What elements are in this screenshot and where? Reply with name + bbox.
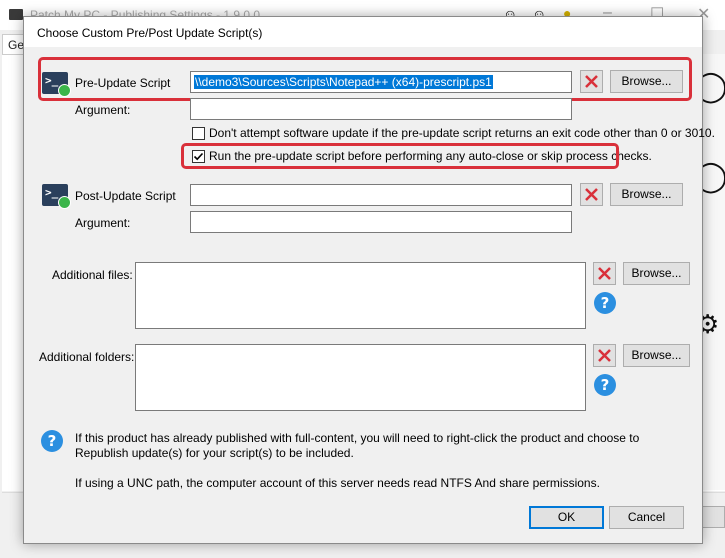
ok-button[interactable]: OK bbox=[529, 506, 604, 529]
clear-post-update-button[interactable] bbox=[580, 183, 603, 206]
clear-additional-files-button[interactable] bbox=[593, 262, 616, 285]
additional-folders-list[interactable] bbox=[135, 344, 586, 411]
pre-update-highlight bbox=[38, 57, 692, 101]
question-icon: ? bbox=[41, 430, 63, 452]
additional-folders-label: Additional folders: bbox=[39, 350, 135, 364]
background-button[interactable] bbox=[701, 506, 725, 528]
pre-update-argument-input[interactable] bbox=[190, 98, 572, 120]
info-line-3: If using a UNC path, the computer accoun… bbox=[75, 476, 600, 490]
post-update-argument-label: Argument: bbox=[75, 216, 131, 230]
additional-folders-browse-button[interactable]: Browse... bbox=[623, 344, 690, 367]
post-update-argument-input[interactable] bbox=[190, 211, 572, 233]
question-icon[interactable]: ? bbox=[594, 292, 616, 314]
additional-files-browse-button[interactable]: Browse... bbox=[623, 262, 690, 285]
script-dialog: Choose Custom Pre/Post Update Script(s) … bbox=[23, 16, 715, 544]
dialog-title: Choose Custom Pre/Post Update Script(s) bbox=[37, 26, 263, 40]
question-icon[interactable]: ? bbox=[594, 374, 616, 396]
background-right-strip: ◯ ◯ ⚙ bbox=[694, 54, 725, 490]
info-text: If this product has already published wi… bbox=[75, 431, 685, 491]
exit-code-checkbox[interactable] bbox=[192, 127, 205, 140]
post-update-script-path-input[interactable] bbox=[190, 184, 572, 206]
additional-files-label: Additional files: bbox=[52, 268, 133, 282]
post-update-script-label: Post-Update Script bbox=[75, 189, 176, 203]
clear-additional-folders-button[interactable] bbox=[593, 344, 616, 367]
red-x-icon bbox=[598, 267, 611, 280]
info-line-1: If this product has already published wi… bbox=[75, 431, 640, 445]
exit-code-checkbox-label: Don't attempt software update if the pre… bbox=[209, 126, 715, 140]
app-icon bbox=[9, 9, 23, 20]
info-line-2: Republish update(s) for your script(s) t… bbox=[75, 446, 354, 460]
powershell-icon: >_ bbox=[42, 184, 71, 209]
cancel-button[interactable]: Cancel bbox=[609, 506, 684, 529]
post-update-browse-button[interactable]: Browse... bbox=[610, 183, 683, 206]
run-before-highlight bbox=[181, 143, 619, 169]
red-x-icon bbox=[585, 188, 598, 201]
red-x-icon bbox=[598, 349, 611, 362]
pre-update-argument-label: Argument: bbox=[75, 103, 131, 117]
additional-files-list[interactable] bbox=[135, 262, 586, 329]
dialog-titlebar: Choose Custom Pre/Post Update Script(s) bbox=[24, 17, 702, 47]
